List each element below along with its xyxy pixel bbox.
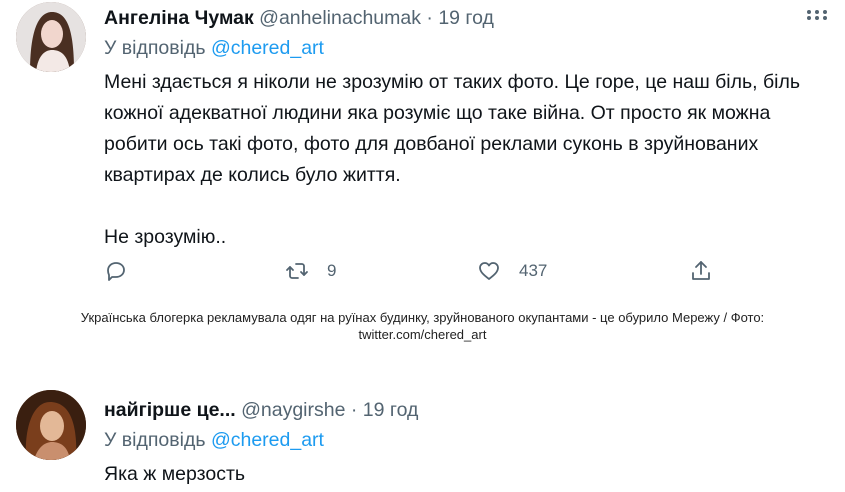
reply-prefix: У відповідь bbox=[104, 429, 206, 451]
reply-to-line: У відповідь @chered_art bbox=[104, 37, 324, 60]
action-bar: 9 437 bbox=[104, 256, 724, 286]
avatar[interactable] bbox=[16, 2, 86, 72]
tweet-header: найгірше це... @naygirshe · 19 год bbox=[104, 399, 418, 422]
timestamp[interactable]: 19 год bbox=[363, 399, 419, 421]
heart-icon bbox=[479, 262, 499, 280]
share-button[interactable] bbox=[689, 256, 713, 286]
retweet-button[interactable]: 9 bbox=[285, 256, 336, 286]
reply-mention-link[interactable]: @chered_art bbox=[211, 37, 324, 59]
reply-mention-link[interactable]: @chered_art bbox=[211, 429, 324, 451]
tweet: найгірше це... @naygirshe · 19 год У від… bbox=[0, 378, 845, 492]
tweet-paragraph: Мені здається я ніколи не зрозумію от та… bbox=[104, 71, 801, 186]
author-name[interactable]: найгірше це... bbox=[104, 399, 236, 421]
tweet-text: Яка ж мерзость bbox=[104, 459, 824, 490]
tweet: Ангеліна Чумак @anhelinachumak · 19 год … bbox=[0, 0, 845, 300]
author-name[interactable]: Ангеліна Чумак bbox=[104, 7, 254, 29]
timestamp[interactable]: 19 год bbox=[438, 7, 494, 29]
tweet-text: Мені здається я ніколи не зрозумію от та… bbox=[104, 67, 824, 253]
author-handle[interactable]: @naygirshe bbox=[241, 399, 345, 421]
author-handle[interactable]: @anhelinachumak bbox=[259, 7, 421, 29]
image-caption: Українська блогерка рекламувала одяг на … bbox=[0, 309, 845, 343]
caption-source: twitter.com/chered_art bbox=[358, 327, 487, 342]
retweet-count: 9 bbox=[327, 261, 337, 280]
more-options-icon[interactable] bbox=[805, 0, 829, 24]
separator: · bbox=[350, 399, 358, 421]
like-button[interactable]: 437 bbox=[477, 256, 547, 286]
reply-icon bbox=[107, 262, 125, 281]
reply-to-line: У відповідь @chered_art bbox=[104, 429, 324, 452]
tweet-paragraph: Не зрозумію.. bbox=[104, 226, 227, 248]
retweet-icon bbox=[286, 263, 308, 279]
like-count: 437 bbox=[519, 261, 548, 280]
share-icon bbox=[692, 261, 710, 280]
avatar[interactable] bbox=[16, 390, 86, 460]
reply-prefix: У відповідь bbox=[104, 37, 206, 59]
separator: · bbox=[426, 7, 433, 29]
tweet-header: Ангеліна Чумак @anhelinachumak · 19 год bbox=[104, 7, 494, 30]
reply-button[interactable] bbox=[104, 256, 128, 286]
tweet-paragraph: Яка ж мерзость bbox=[104, 463, 246, 485]
caption-line: Українська блогерка рекламувала одяг на … bbox=[80, 310, 765, 325]
